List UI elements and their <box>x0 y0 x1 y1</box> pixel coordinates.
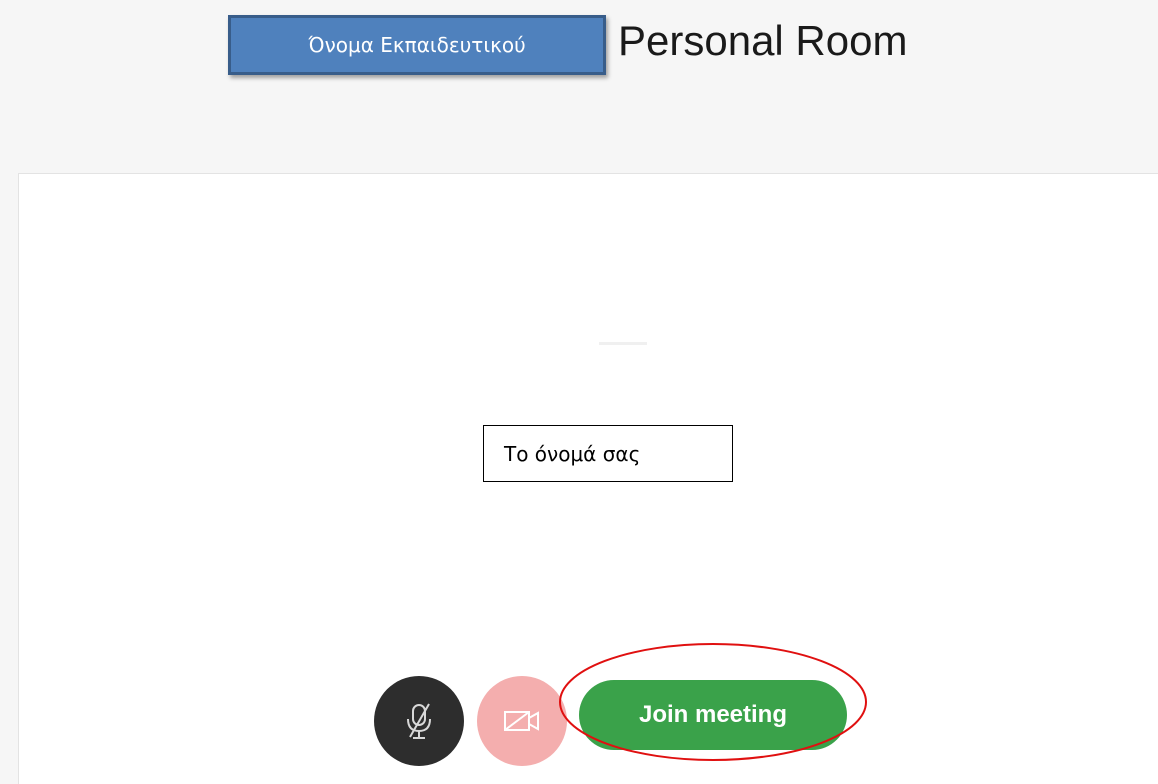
camera-off-icon <box>504 711 539 731</box>
your-name-field[interactable]: Το όνομά σας <box>483 425 733 482</box>
mic-toggle-button[interactable] <box>374 676 464 766</box>
teacher-name-callout: Όνομα Εκπαιδευτικού <box>228 15 606 75</box>
join-meeting-button[interactable]: Join meeting <box>579 680 847 750</box>
room-title: Personal Room <box>618 17 908 64</box>
microphone-muted-icon <box>407 703 431 739</box>
teacher-name-label: Όνομα Εκπαιδευτικού <box>308 33 526 57</box>
join-meeting-label: Join meeting <box>638 701 788 728</box>
prejoin-panel: Το όνομά σας Join meeting <box>18 173 1158 784</box>
avatar-placeholder <box>599 342 647 345</box>
camera-toggle-button[interactable] <box>477 676 567 766</box>
your-name-value: Το όνομά σας <box>504 441 641 466</box>
